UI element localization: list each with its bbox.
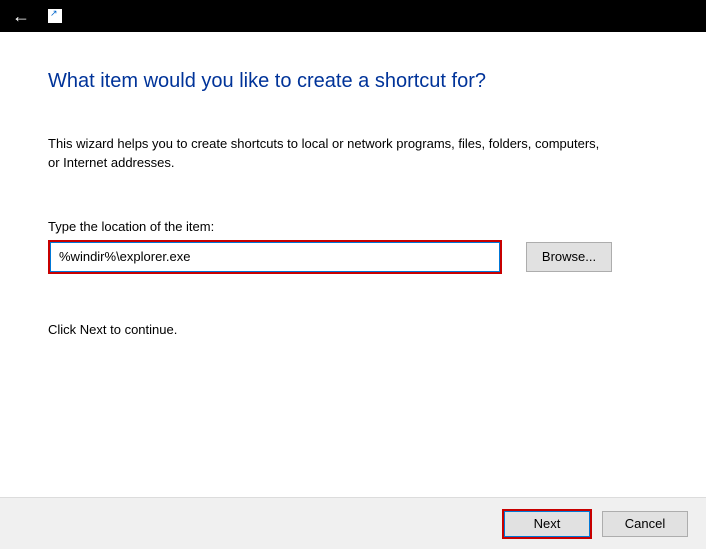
location-label: Type the location of the item: xyxy=(48,219,658,234)
page-heading: What item would you like to create a sho… xyxy=(48,70,658,93)
next-button-highlight: Next xyxy=(502,509,592,539)
titlebar: ← xyxy=(0,0,706,32)
location-row: Browse... xyxy=(48,240,658,274)
location-input[interactable] xyxy=(50,242,500,272)
wizard-footer: Next Cancel xyxy=(0,497,706,549)
wizard-description: This wizard helps you to create shortcut… xyxy=(48,135,608,173)
shortcut-icon xyxy=(48,9,62,23)
continue-text: Click Next to continue. xyxy=(48,322,658,337)
wizard-content: What item would you like to create a sho… xyxy=(0,32,706,337)
back-arrow-icon[interactable]: ← xyxy=(6,3,36,29)
next-button[interactable]: Next xyxy=(504,511,590,537)
browse-button[interactable]: Browse... xyxy=(526,242,612,272)
cancel-button[interactable]: Cancel xyxy=(602,511,688,537)
location-input-highlight xyxy=(48,240,502,274)
